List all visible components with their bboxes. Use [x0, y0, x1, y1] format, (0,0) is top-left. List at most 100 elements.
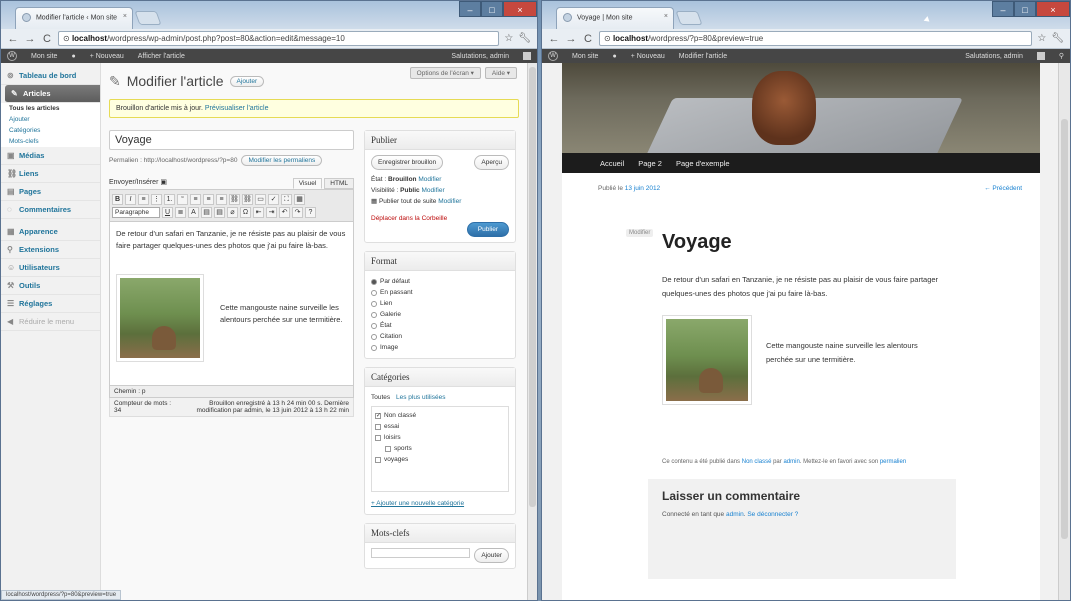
redo-icon[interactable]: ↷ [292, 206, 303, 218]
format-option[interactable]: Citation [371, 331, 509, 342]
reload-icon[interactable]: C [582, 33, 594, 45]
menu-comments[interactable]: ◌ Commentaires [1, 201, 100, 219]
indent-icon[interactable]: ⇥ [266, 206, 277, 218]
star-icon[interactable]: ☆ [1037, 33, 1046, 44]
menu-pages[interactable]: ▤ Pages [1, 183, 100, 201]
outdent-icon[interactable]: ⇤ [253, 206, 264, 218]
submenu-categories[interactable]: Catégories [1, 125, 100, 136]
adminbar-site[interactable]: Mon site [572, 53, 598, 60]
link-icon[interactable]: ⛓ [229, 193, 240, 205]
edit-post-link[interactable]: Modifier [626, 229, 654, 237]
text-color-icon[interactable]: A [188, 206, 199, 218]
menu-links[interactable]: ⛓ Liens [1, 165, 100, 183]
close-window-icon[interactable]: × [1036, 1, 1070, 17]
adminbar-view[interactable]: Afficher l'article [138, 53, 185, 60]
media-icon[interactable]: ▣ [160, 179, 167, 186]
align-left-icon[interactable]: ≡ [190, 193, 201, 205]
submenu-all-articles[interactable]: Tous les articles [1, 103, 100, 114]
browser-tab[interactable]: Voyage | Mon site × [556, 7, 674, 29]
adminbar-greeting[interactable]: Salutations, admin [965, 53, 1023, 60]
adminbar-greeting[interactable]: Salutations, admin [451, 53, 509, 60]
avatar[interactable] [523, 52, 531, 60]
paste-word-icon[interactable]: ▤ [214, 206, 225, 218]
help-button[interactable]: Aide ▾ [484, 67, 517, 79]
format-option[interactable]: Lien [371, 298, 509, 309]
nav-home[interactable]: Accueil [600, 159, 624, 168]
category-item[interactable]: ✓ Non classé [375, 410, 505, 421]
category-item[interactable]: voyages [375, 454, 505, 465]
new-tab-button[interactable] [134, 11, 162, 25]
scrollbar-thumb[interactable] [1061, 119, 1068, 539]
comment-bubble-icon[interactable]: ● [71, 53, 75, 60]
edit-permalink-button[interactable]: Modifier les permaliens [241, 155, 323, 166]
underline-icon[interactable]: U [162, 206, 173, 218]
admin-scrollbar[interactable] [527, 63, 537, 600]
category-item[interactable]: essai [375, 421, 505, 432]
italic-icon[interactable]: I [125, 193, 136, 205]
wrench-icon[interactable]: 🔧︎ [1051, 33, 1064, 44]
preview-scrollbar[interactable] [1058, 63, 1070, 600]
screen-options-button[interactable]: Options de l'écran ▾ [409, 67, 481, 79]
strikethrough-icon[interactable]: ≡ [138, 193, 149, 205]
collapse-menu[interactable]: ◀ Réduire le menu [1, 313, 100, 331]
logout-link[interactable]: Se déconnecter ? [747, 511, 798, 518]
align-right-icon[interactable]: ≡ [216, 193, 227, 205]
upload-insert-link[interactable]: Envoyer/Insérer ▣ [109, 178, 167, 189]
mongoose-image[interactable] [662, 315, 752, 405]
tab-all-categories[interactable]: Toutes [371, 394, 390, 401]
adminbar-new[interactable]: + Nouveau [631, 53, 665, 60]
bullet-list-icon[interactable]: ⋮ [151, 193, 162, 205]
menu-articles[interactable]: ✎ Articles [5, 85, 100, 103]
forward-icon[interactable]: → [24, 33, 36, 45]
scrollbar-thumb[interactable] [529, 67, 536, 507]
format-option[interactable]: Galerie [371, 309, 509, 320]
undo-icon[interactable]: ↶ [279, 206, 290, 218]
back-icon[interactable]: ← [7, 33, 19, 45]
edit-visibility-link[interactable]: Modifier [421, 187, 444, 194]
submenu-tags[interactable]: Mots-clefs [1, 136, 100, 147]
category-item[interactable]: sports [385, 443, 505, 454]
menu-settings[interactable]: ☰ Réglages [1, 295, 100, 313]
menu-media[interactable]: ▣ Médias [1, 147, 100, 165]
edit-schedule-link[interactable]: Modifier [438, 198, 461, 205]
post-title-input[interactable]: Voyage [109, 130, 354, 150]
special-char-icon[interactable]: Ω [240, 206, 251, 218]
format-option[interactable]: En passant [371, 287, 509, 298]
content-editor[interactable]: De retour d'un safari en Tanzanie, je ne… [109, 222, 354, 386]
maximize-icon[interactable]: □ [481, 1, 503, 17]
reload-icon[interactable]: C [41, 33, 53, 45]
address-bar[interactable]: ⊙ localhost/wordpress/wp-admin/post.php?… [58, 31, 500, 46]
tab-html[interactable]: HTML [324, 178, 354, 189]
close-window-icon[interactable]: × [503, 1, 537, 17]
meta-category-link[interactable]: Non classé [742, 459, 772, 465]
post-date-link[interactable]: 13 juin 2012 [625, 185, 660, 192]
meta-permalink[interactable]: permalien [880, 459, 906, 465]
menu-dashboard[interactable]: ⊚ Tableau de bord [1, 67, 100, 85]
back-icon[interactable]: ← [548, 33, 560, 45]
browser-tab[interactable]: Modifier l'article ‹ Mon site × [15, 7, 133, 29]
meta-author-link[interactable]: admin [783, 459, 799, 465]
logged-in-user[interactable]: admin [726, 511, 744, 518]
nav-page-2[interactable]: Page 2 [638, 159, 662, 168]
minimize-icon[interactable]: – [459, 1, 481, 17]
add-new-button[interactable]: Ajouter [229, 75, 265, 87]
edit-status-link[interactable]: Modifier [418, 176, 441, 183]
wordpress-logo-icon[interactable]: W [548, 51, 558, 61]
format-option[interactable]: Image [371, 342, 509, 353]
add-tag-button[interactable]: Ajouter [474, 548, 509, 563]
spellcheck-icon[interactable]: ✓ [268, 193, 279, 205]
kitchen-sink-icon[interactable]: ▦ [294, 193, 305, 205]
save-draft-button[interactable]: Enregistrer brouillon [371, 155, 444, 170]
adminbar-site[interactable]: Mon site [31, 53, 57, 60]
bold-icon[interactable]: B [112, 193, 123, 205]
menu-users[interactable]: ☺ Utilisateurs [1, 259, 100, 277]
comment-bubble-icon[interactable]: ● [612, 53, 616, 60]
publish-button[interactable]: Publier [466, 222, 509, 237]
address-bar[interactable]: ⊙ localhost/wordpress/?p=80&preview=true [599, 31, 1033, 46]
tab-popular-categories[interactable]: Les plus utilisées [396, 394, 446, 401]
category-item[interactable]: loisirs [375, 432, 505, 443]
submenu-add[interactable]: Ajouter [1, 114, 100, 125]
preview-link[interactable]: Prévisualiser l'article [205, 105, 269, 112]
adminbar-new[interactable]: + Nouveau [90, 53, 124, 60]
fullscreen-icon[interactable]: ⛶ [281, 193, 292, 205]
